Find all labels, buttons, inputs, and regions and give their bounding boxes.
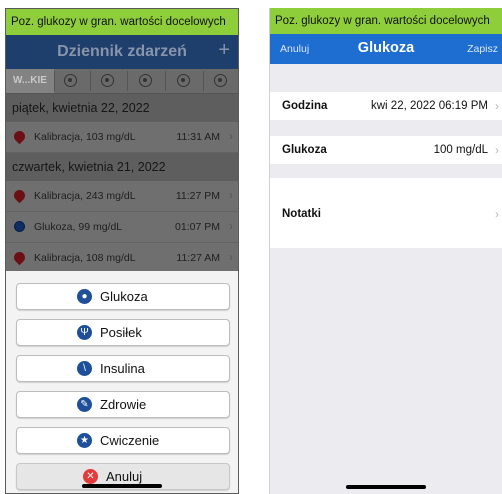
field-value: 100 mg/dL xyxy=(433,144,488,156)
meal-filter-icon[interactable] xyxy=(101,74,114,87)
event-description: Kalibracja, 243 mg/dL xyxy=(34,190,136,202)
button-label: Cwiczenie xyxy=(100,433,160,448)
field-value: kwi 22, 2022 06:19 PM xyxy=(371,100,488,112)
calibration-drop-icon xyxy=(11,249,28,266)
button-label: Posiłek xyxy=(100,325,142,340)
add-event-button[interactable]: + xyxy=(218,39,230,62)
event-row[interactable]: Glukoza, 99 mg/dL 01:07 PM › xyxy=(6,212,238,243)
event-row[interactable]: Kalibracja, 103 mg/dL 11:31 AM › xyxy=(6,122,238,153)
exercise-filter-icon[interactable] xyxy=(214,74,227,87)
date-section-header: czwartek, kwietnia 21, 2022 xyxy=(6,153,238,181)
navigation-bar: Dziennik zdarzeń + xyxy=(6,35,238,69)
save-button[interactable]: Zapisz xyxy=(467,43,498,55)
glucose-status-banner: Poz. glukozy w gran. wartości docelowych xyxy=(270,8,502,34)
filter-divider xyxy=(203,71,204,91)
chevron-right-icon: › xyxy=(495,143,499,157)
event-row[interactable]: Kalibracja, 243 mg/dL 11:27 PM › xyxy=(6,181,238,212)
event-description: Kalibracja, 108 mg/dL xyxy=(34,252,136,264)
field-label: Godzina xyxy=(282,100,328,112)
time-field[interactable]: Godzina kwi 22, 2022 06:19 PM › xyxy=(270,92,502,120)
home-indicator xyxy=(346,485,426,489)
filter-divider xyxy=(54,71,55,91)
health-pencil-icon: ✎ xyxy=(77,397,92,412)
glucose-entry-screen: Poz. glukozy w gran. wartości docelowych… xyxy=(269,8,502,494)
calibration-drop-icon xyxy=(11,187,28,204)
chevron-right-icon: › xyxy=(229,188,233,202)
page-title: Dziennik zdarzeń xyxy=(57,43,187,60)
field-label: Glukoza xyxy=(282,144,327,156)
exercise-button[interactable]: ★ Cwiczenie xyxy=(16,427,230,454)
close-icon: ✕ xyxy=(83,469,98,484)
insulin-filter-icon[interactable] xyxy=(139,74,152,87)
glucose-field[interactable]: Glukoza 100 mg/dL › xyxy=(270,136,502,164)
event-filter-bar: W...KIE xyxy=(6,69,238,94)
calibration-drop-icon xyxy=(11,128,28,145)
insulin-button[interactable]: \ Insulina xyxy=(16,355,230,382)
event-log-screen: Poz. glukozy w gran. wartości docelowych… xyxy=(5,8,239,494)
button-label: Zdrowie xyxy=(100,397,147,412)
health-filter-icon[interactable] xyxy=(177,74,190,87)
glucose-drop-icon: ● xyxy=(77,289,92,304)
chevron-right-icon: › xyxy=(229,129,233,143)
syringe-icon: \ xyxy=(77,361,92,376)
event-description: Kalibracja, 103 mg/dL xyxy=(34,131,136,143)
glucose-icon xyxy=(14,221,25,232)
filter-all-tab[interactable]: W...KIE xyxy=(6,69,54,93)
filter-divider xyxy=(127,71,128,91)
chevron-right-icon: › xyxy=(229,219,233,233)
date-section-header: piątek, kwietnia 22, 2022 xyxy=(6,94,238,122)
event-description: Glukoza, 99 mg/dL xyxy=(34,221,123,233)
home-indicator xyxy=(82,484,162,488)
meal-button[interactable]: Ψ Posiłek xyxy=(16,319,230,346)
filter-divider xyxy=(165,71,166,91)
exercise-runner-icon: ★ xyxy=(77,433,92,448)
filter-divider xyxy=(90,71,91,91)
add-event-action-sheet: ● Glukoza Ψ Posiłek \ Insulina ✎ Zdrowie… xyxy=(6,271,238,493)
health-button[interactable]: ✎ Zdrowie xyxy=(16,391,230,418)
glucose-status-banner: Poz. glukozy w gran. wartości docelowych xyxy=(6,9,238,35)
button-label: Insulina xyxy=(100,361,145,376)
chevron-right-icon: › xyxy=(229,250,233,264)
glucose-button[interactable]: ● Glukoza xyxy=(16,283,230,310)
event-row[interactable]: Kalibracja, 108 mg/dL 11:27 AM › xyxy=(6,243,238,274)
field-label: Notatki xyxy=(282,208,321,220)
event-time: 01:07 PM xyxy=(175,221,220,233)
button-label: Anuluj xyxy=(106,469,143,484)
event-time: 11:27 AM xyxy=(176,252,220,264)
notes-field[interactable]: Notatki › xyxy=(270,178,502,248)
glucose-filter-icon[interactable] xyxy=(64,74,77,87)
navigation-bar: Anuluj Glukoza Zapisz xyxy=(270,34,502,64)
meal-icon: Ψ xyxy=(77,325,92,340)
event-time: 11:31 AM xyxy=(176,131,220,143)
chevron-right-icon: › xyxy=(495,207,499,221)
chevron-right-icon: › xyxy=(495,99,499,113)
event-time: 11:27 PM xyxy=(175,190,220,202)
button-label: Glukoza xyxy=(100,289,148,304)
